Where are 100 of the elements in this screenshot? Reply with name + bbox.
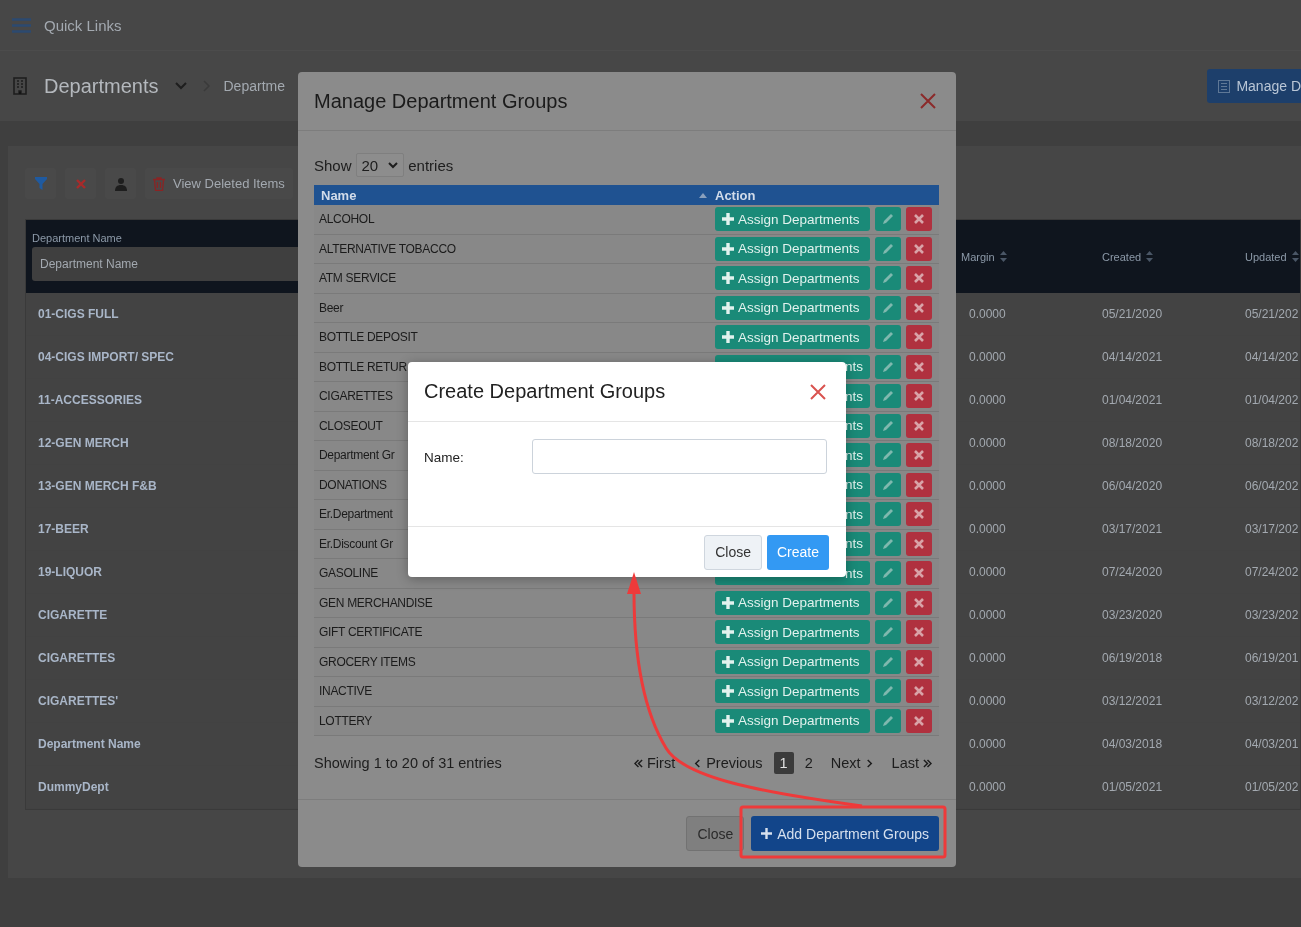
sort-icon <box>1146 251 1154 262</box>
pencil-icon <box>882 508 894 521</box>
close-icon <box>914 538 924 549</box>
edit-button[interactable] <box>875 531 901 556</box>
delete-button[interactable] <box>906 295 932 320</box>
pencil-icon <box>882 360 894 373</box>
assign-button[interactable]: Assign Departments <box>715 708 870 733</box>
manage-button[interactable]: Manage D <box>1207 69 1301 103</box>
pencil-icon <box>882 714 894 727</box>
close-icon <box>914 597 924 608</box>
name-field[interactable] <box>532 439 827 474</box>
table-cell[interactable]: Department Name <box>38 737 141 751</box>
delete-button[interactable] <box>906 236 932 261</box>
delete-button[interactable] <box>906 502 932 527</box>
delete-button[interactable] <box>906 384 932 409</box>
table-cell: GIFT CERTIFICATE <box>319 625 423 640</box>
plus-icon <box>722 685 734 698</box>
edit-button[interactable] <box>875 236 901 261</box>
table-cell: 04/14/2021 <box>1102 350 1163 364</box>
table-cell[interactable]: CIGARETTE <box>38 608 108 622</box>
table-cell[interactable]: 04-CIGS IMPORT/ SPEC <box>38 350 175 364</box>
assign-button[interactable]: Assign Departments <box>715 236 870 261</box>
edit-button[interactable] <box>875 384 901 409</box>
close-button[interactable]: Close <box>704 534 762 570</box>
column-header[interactable]: Updated <box>1245 250 1287 263</box>
pencil-icon <box>882 213 894 226</box>
delete-button[interactable] <box>906 443 932 468</box>
breadcrumb[interactable]: Departme <box>223 78 285 94</box>
next-button[interactable]: Next <box>823 752 881 774</box>
edit-button[interactable] <box>875 708 901 733</box>
close-icon <box>914 214 924 225</box>
edit-button[interactable] <box>875 295 901 320</box>
assign-button[interactable]: Assign Departments <box>715 590 870 615</box>
assign-button[interactable]: Assign Departments <box>715 207 870 232</box>
create-button[interactable]: Create <box>766 534 829 570</box>
page-size-select[interactable]: 20 <box>355 153 405 177</box>
delete-button[interactable] <box>906 413 932 438</box>
edit-button[interactable] <box>875 354 901 379</box>
delete-button[interactable] <box>906 620 932 645</box>
delete-button[interactable] <box>906 354 932 379</box>
edit-button[interactable] <box>875 413 901 438</box>
table-cell[interactable]: 12-GEN MERCH <box>38 436 129 450</box>
assign-button[interactable]: Assign Departments <box>715 649 870 674</box>
table-cell[interactable]: 13-GEN MERCH F&B <box>38 479 157 493</box>
edit-button[interactable] <box>875 561 901 586</box>
delete-button[interactable] <box>906 590 932 615</box>
delete-button[interactable] <box>906 649 932 674</box>
page-button[interactable]: 2 <box>797 752 820 774</box>
edit-button[interactable] <box>875 502 901 527</box>
menu-icon[interactable] <box>12 17 31 33</box>
close-button[interactable] <box>920 93 936 109</box>
edit-button[interactable] <box>875 325 901 350</box>
column-header[interactable]: Margin <box>961 250 995 263</box>
edit-button[interactable] <box>875 620 901 645</box>
column-header: Department Name <box>32 232 123 244</box>
close-icon <box>75 178 86 189</box>
quick-links-title[interactable]: Quick Links <box>44 16 122 34</box>
delete-button[interactable] <box>906 325 932 350</box>
assign-button[interactable]: Assign Departments <box>715 679 870 704</box>
edit-button[interactable] <box>875 443 901 468</box>
edit-button[interactable] <box>875 207 901 232</box>
pencil-icon <box>882 242 894 255</box>
delete-button[interactable] <box>906 531 932 556</box>
close-button[interactable]: Close <box>686 816 745 851</box>
first-button[interactable]: First <box>627 752 683 774</box>
table-cell[interactable]: CIGARETTES' <box>38 694 119 708</box>
table-cell[interactable]: 01-CIGS FULL <box>38 307 119 321</box>
previous-button[interactable]: Previous <box>686 752 770 774</box>
edit-button[interactable] <box>875 649 901 674</box>
delete-button[interactable] <box>906 472 932 497</box>
close-icon <box>914 273 924 284</box>
delete-button[interactable] <box>906 266 932 291</box>
assign-button[interactable]: Assign Departments <box>715 295 870 320</box>
delete-button[interactable] <box>906 679 932 704</box>
assign-button[interactable]: Assign Departments <box>715 266 870 291</box>
table-cell[interactable]: 19-LIQUOR <box>38 565 102 579</box>
chevron-down-icon[interactable] <box>174 82 187 90</box>
table-cell: Er.Department <box>319 507 393 522</box>
add-button[interactable]: Add Department Groups <box>751 816 939 851</box>
column-header[interactable]: Name <box>321 187 357 203</box>
last-button[interactable]: Last <box>884 752 939 774</box>
close-button[interactable] <box>810 383 826 400</box>
assign-button[interactable]: Assign Departments <box>715 325 870 350</box>
column-header[interactable]: Created <box>1102 250 1142 263</box>
edit-button[interactable] <box>875 590 901 615</box>
table-cell[interactable]: 17-BEER <box>38 522 89 536</box>
edit-button[interactable] <box>875 266 901 291</box>
edit-button[interactable] <box>875 679 901 704</box>
table-cell: Beer <box>319 300 344 315</box>
delete-button[interactable] <box>906 561 932 586</box>
table-cell[interactable]: DummyDept <box>38 780 109 794</box>
assign-button[interactable]: Assign Departments <box>715 620 870 645</box>
table-cell[interactable]: CIGARETTES <box>38 651 116 665</box>
page-button[interactable]: 1 <box>773 752 794 774</box>
table-cell: 0.0000 <box>969 608 1006 622</box>
edit-button[interactable] <box>875 472 901 497</box>
table-cell[interactable]: 11-ACCESSORIES <box>38 393 143 407</box>
delete-button[interactable] <box>906 207 932 232</box>
delete-button[interactable] <box>906 708 932 733</box>
close-icon <box>914 302 924 313</box>
